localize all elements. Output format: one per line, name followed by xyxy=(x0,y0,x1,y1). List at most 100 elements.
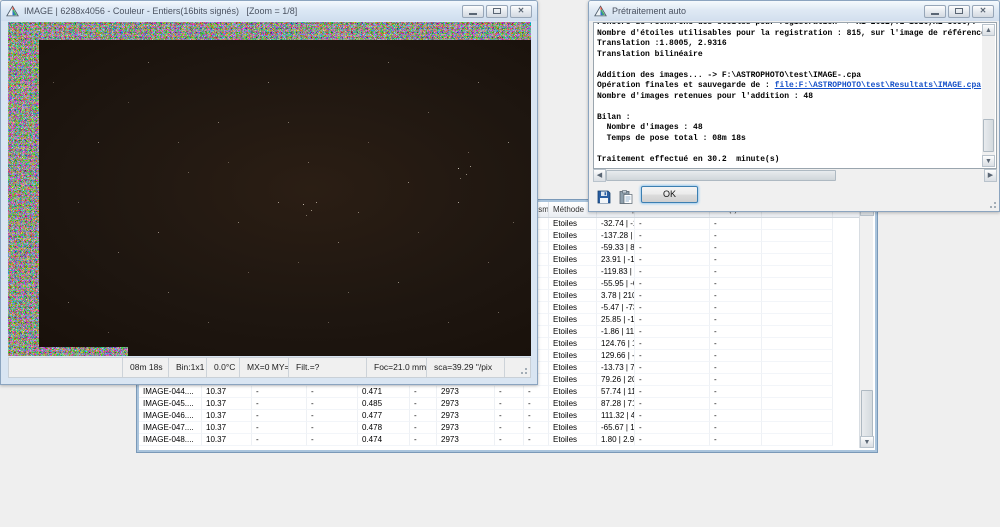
table-cell: - xyxy=(495,434,524,446)
table-cell: Etoiles xyxy=(549,242,597,254)
table-cell: 124.76 | 193.60 xyxy=(597,338,635,350)
table-cell: - xyxy=(710,290,762,302)
copy-to-clipboard-button[interactable] xyxy=(616,187,635,206)
table-cell: Etoiles xyxy=(549,278,597,290)
table-cell: - xyxy=(710,362,762,374)
scroll-up-icon[interactable]: ▲ xyxy=(982,24,995,36)
table-cell: 0.471 xyxy=(358,386,410,398)
table-cell xyxy=(762,290,833,302)
scroll-left-icon[interactable]: ◀ xyxy=(593,169,606,182)
table-cell xyxy=(762,314,833,326)
table-row[interactable]: IMAGE-048....10.37--0.474-2973--Etoiles1… xyxy=(139,434,861,446)
table-cell: 10.37 xyxy=(202,422,252,434)
table-cell: - xyxy=(410,434,437,446)
table-cell: - xyxy=(710,314,762,326)
table-cell: - xyxy=(635,218,710,230)
table-cell: - xyxy=(252,434,307,446)
close-button[interactable]: ✕ xyxy=(972,5,994,18)
table-cell: - xyxy=(252,398,307,410)
clipboard-icon xyxy=(619,190,633,204)
log-hscrollbar-thumb[interactable] xyxy=(606,170,836,181)
floppy-disk-icon xyxy=(597,190,611,204)
table-cell: - xyxy=(495,410,524,422)
table-cell: IMAGE-048.... xyxy=(139,434,202,446)
table-cell: Etoiles xyxy=(549,386,597,398)
log-horizontal-scrollbar[interactable]: ◀ ▶ xyxy=(593,169,997,182)
scroll-down-icon[interactable]: ▼ xyxy=(982,155,995,167)
table-cell: - xyxy=(307,422,358,434)
processing-log[interactable]: Fenêtre de recherche des étoiles pour re… xyxy=(593,22,997,169)
table-cell: -119.83 | -137.00 xyxy=(597,266,635,278)
table-cell: - xyxy=(635,314,710,326)
table-row[interactable]: IMAGE-045....10.37--0.485-2973--Etoiles8… xyxy=(139,398,861,410)
table-cell: -1.86 | 110.08 xyxy=(597,326,635,338)
table-cell: - xyxy=(635,422,710,434)
table-cell: IMAGE-045.... xyxy=(139,398,202,410)
close-button[interactable]: ✕ xyxy=(510,5,532,18)
astro-image-viewport[interactable] xyxy=(8,22,531,356)
dialog-titlebar[interactable]: Prétraitement auto ✕ xyxy=(589,1,999,21)
table-cell: -32.74 | -176.64 xyxy=(597,218,635,230)
table-cell: - xyxy=(710,230,762,242)
scroll-right-icon[interactable]: ▶ xyxy=(984,169,997,182)
table-cell: - xyxy=(252,386,307,398)
minimize-icon xyxy=(931,13,939,15)
table-cell: - xyxy=(635,386,710,398)
table-cell: Etoiles xyxy=(549,266,597,278)
log-text-top: Fenêtre de recherche des étoiles pour re… xyxy=(594,22,996,81)
table-cell: - xyxy=(252,422,307,434)
table-cell: 79.26 | 205.19 xyxy=(597,374,635,386)
table-cell: - xyxy=(635,374,710,386)
minimize-button[interactable] xyxy=(462,5,484,18)
table-cell: - xyxy=(410,410,437,422)
maximize-button[interactable] xyxy=(948,5,970,18)
scroll-down-icon[interactable]: ▼ xyxy=(860,436,874,448)
table-cell: 10.37 xyxy=(202,434,252,446)
table-cell: - xyxy=(635,326,710,338)
ok-button[interactable]: OK xyxy=(641,186,698,203)
log-vertical-scrollbar[interactable]: ▲ ▼ xyxy=(982,24,995,167)
minimize-button[interactable] xyxy=(924,5,946,18)
table-cell: Etoiles xyxy=(549,218,597,230)
table-cell: - xyxy=(710,242,762,254)
table-cell: - xyxy=(710,374,762,386)
table-cell: IMAGE-046.... xyxy=(139,410,202,422)
table-cell: -55.95 | -68.25 xyxy=(597,278,635,290)
table-cell: Etoiles xyxy=(549,314,597,326)
table-cell: - xyxy=(710,278,762,290)
prism-app-icon xyxy=(6,5,19,17)
image-window-titlebar[interactable]: IMAGE | 6288x4056 - Couleur - Entiers(16… xyxy=(1,1,537,21)
table-cell: 10.37 xyxy=(202,386,252,398)
table-cell: - xyxy=(410,386,437,398)
table-cell: 2973 xyxy=(437,434,495,446)
table-cell: Etoiles xyxy=(549,338,597,350)
result-file-link[interactable]: file:F:\ASTROPHOTO\test\Resultats\IMAGE.… xyxy=(775,81,981,90)
table-cell: - xyxy=(307,386,358,398)
table-cell: Etoiles xyxy=(549,434,597,446)
table-cell: - xyxy=(495,386,524,398)
table-cell xyxy=(762,242,833,254)
table-cell: - xyxy=(710,398,762,410)
table-cell: 1.80 | 2.93 xyxy=(597,434,635,446)
table-cell: - xyxy=(635,242,710,254)
table-cell: - xyxy=(710,434,762,446)
table-cell: - xyxy=(495,422,524,434)
save-log-button[interactable] xyxy=(594,187,613,206)
table-vertical-scrollbar[interactable]: ▲ ▼ xyxy=(859,204,873,448)
table-cell: 2973 xyxy=(437,410,495,422)
log-scrollbar-thumb[interactable] xyxy=(983,119,994,152)
table-scrollbar-thumb[interactable] xyxy=(861,390,873,438)
table-cell: - xyxy=(710,302,762,314)
table-cell: - xyxy=(710,410,762,422)
table-cell: - xyxy=(635,302,710,314)
table-row[interactable]: IMAGE-047....10.37--0.478-2973--Etoiles-… xyxy=(139,422,861,434)
table-row[interactable]: IMAGE-044....10.37--0.471-2973--Etoiles5… xyxy=(139,386,861,398)
resize-grip[interactable] xyxy=(525,372,527,374)
image-window: IMAGE | 6288x4056 - Couleur - Entiers(16… xyxy=(0,0,538,385)
maximize-button[interactable] xyxy=(486,5,508,18)
table-row[interactable]: IMAGE-046....10.37--0.477-2973--Etoiles1… xyxy=(139,410,861,422)
table-cell: 2973 xyxy=(437,422,495,434)
table-cell: 10.37 xyxy=(202,410,252,422)
resize-grip[interactable] xyxy=(994,206,996,208)
table-cell: - xyxy=(710,266,762,278)
